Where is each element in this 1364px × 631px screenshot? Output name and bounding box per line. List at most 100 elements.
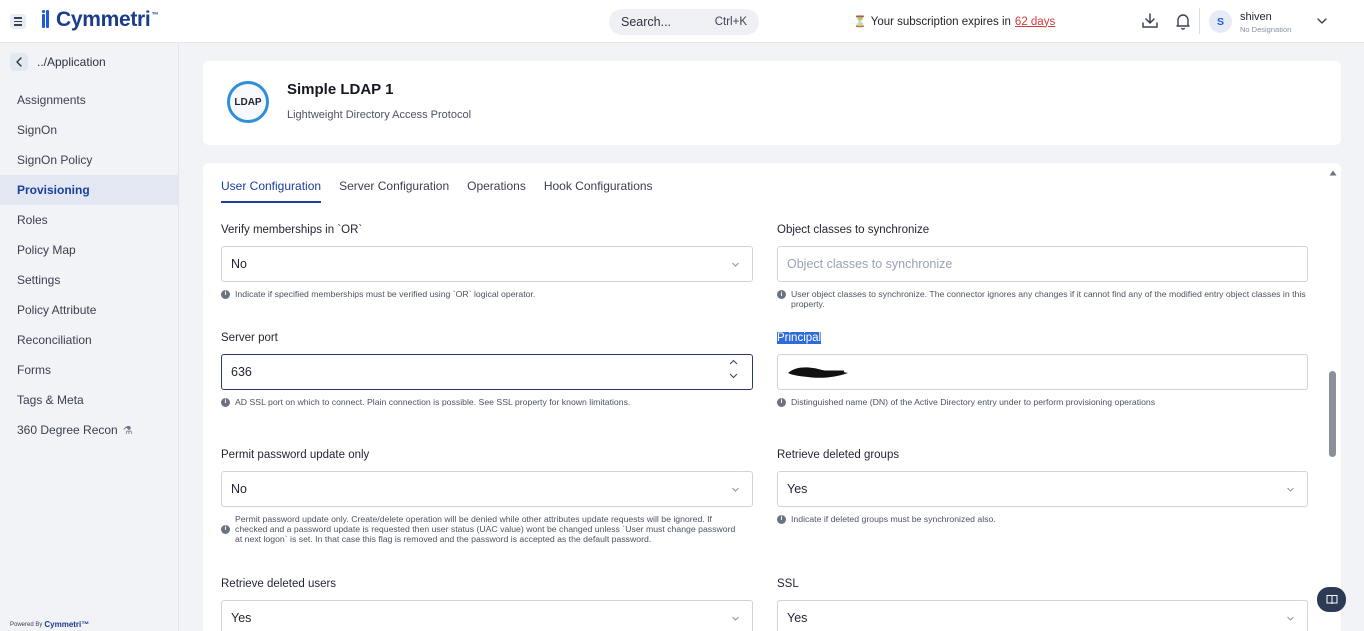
breadcrumb[interactable]: ../Application: [37, 55, 106, 69]
scroll-up-arrow-icon[interactable]: [1329, 169, 1337, 177]
quantity-stepper[interactable]: [729, 359, 738, 379]
retrieve-groups-help-text: Indicate if deleted groups must be synch…: [791, 514, 996, 524]
search-placeholder: Search...: [621, 15, 672, 29]
user-name[interactable]: shiven: [1240, 11, 1272, 23]
object-classes-placeholder: Object classes to synchronize: [787, 257, 953, 271]
principal-label: Principal: [777, 332, 1309, 346]
ssl-select[interactable]: Yes: [777, 600, 1308, 631]
brand-logo[interactable]: Cymmetri ™: [42, 8, 158, 32]
flask-icon: ⚗: [122, 424, 133, 437]
object-classes-input[interactable]: Object classes to synchronize: [777, 246, 1308, 282]
retrieve-users-value: Yes: [231, 611, 252, 625]
scrollbar[interactable]: [1329, 169, 1337, 629]
info-icon: i: [777, 514, 786, 524]
chevron-down-icon[interactable]: [1316, 15, 1328, 27]
help-book-button[interactable]: [1317, 587, 1346, 612]
powered-by-label: Powered By: [10, 621, 43, 628]
retrieve-users-field: Retrieve deleted users Yes: [221, 578, 753, 631]
back-button[interactable]: [10, 53, 28, 71]
sidebar-item-assignments[interactable]: Assignments: [0, 85, 179, 115]
principal-input[interactable]: [777, 354, 1308, 390]
server-port-field: Server port 636 i AD SSL port on which t…: [221, 332, 753, 407]
sidebar-item-360-recon[interactable]: 360 Degree Recon ⚗: [0, 415, 179, 445]
retrieve-groups-select[interactable]: Yes: [777, 471, 1308, 507]
object-classes-help: i User object classes to synchronize. Th…: [777, 289, 1309, 309]
ldap-logo-icon: LDAP: [227, 81, 269, 123]
sidebar-item-label: Tags & Meta: [17, 393, 84, 407]
sidebar-item-policy-map[interactable]: Policy Map: [0, 235, 179, 265]
topbar-divider: [1199, 8, 1200, 34]
sidebar-item-policy-attribute[interactable]: Policy Attribute: [0, 295, 179, 325]
sidebar-item-label: SignOn Policy: [17, 153, 93, 167]
object-classes-help-text: User object classes to synchronize. The …: [791, 289, 1306, 309]
sidebar-item-signon[interactable]: SignOn: [0, 115, 179, 145]
sidebar-item-signon-policy[interactable]: SignOn Policy: [0, 145, 179, 175]
server-port-input[interactable]: 636: [221, 354, 753, 390]
search-shortcut: Ctrl+K: [714, 16, 747, 28]
sidebar-item-provisioning[interactable]: Provisioning: [0, 175, 179, 205]
sidebar-item-label: Reconciliation: [17, 333, 92, 347]
sidebar-item-forms[interactable]: Forms: [0, 355, 179, 385]
top-bar: Cymmetri ™ Search... Ctrl+K ⏳ Your subsc…: [0, 0, 1364, 43]
permit-password-help: i Permit password update only. Create/de…: [221, 514, 753, 544]
chevron-down-icon: [732, 616, 739, 621]
brand-name: Cymmetri: [56, 8, 151, 31]
object-classes-field: Object classes to synchronize Object cla…: [777, 224, 1309, 309]
sidebar-nav: Assignments SignOn SignOn Policy Provisi…: [0, 85, 179, 445]
sidebar-item-label: Roles: [17, 213, 48, 227]
sidebar-item-roles[interactable]: Roles: [0, 205, 179, 235]
sidebar-item-reconciliation[interactable]: Reconciliation: [0, 325, 179, 355]
retrieve-users-select[interactable]: Yes: [221, 600, 753, 631]
retrieve-groups-value: Yes: [787, 482, 808, 496]
server-port-value: 636: [231, 365, 252, 379]
tab-operations[interactable]: Operations: [467, 179, 526, 203]
application-header: LDAP Simple LDAP 1 Lightweight Directory…: [203, 61, 1341, 145]
principal-field: Principal i Distinguished name (DN) of t…: [777, 332, 1309, 407]
sidebar-item-label: 360 Degree Recon: [17, 423, 118, 437]
server-port-help-text: AD SSL port on which to connect. Plain c…: [235, 397, 631, 407]
menu-icon[interactable]: [10, 14, 26, 29]
download-icon[interactable]: [1140, 11, 1160, 31]
info-icon: i: [221, 397, 230, 407]
scrollbar-thumb[interactable]: [1329, 371, 1336, 457]
sidebar-item-tags-meta[interactable]: Tags & Meta: [0, 385, 179, 415]
chevron-down-icon[interactable]: [729, 373, 738, 379]
powered-by: Powered By Cymmetri™: [10, 620, 89, 629]
redaction-scribble: [788, 367, 848, 378]
configuration-panel: User Configuration Server Configuration …: [203, 163, 1341, 631]
permit-password-value: No: [231, 482, 247, 496]
sidebar-item-label: SignOn: [17, 123, 58, 137]
chevron-down-icon: [732, 487, 739, 492]
sidebar: ../Application Assignments SignOn SignOn…: [0, 43, 179, 631]
info-icon: i: [221, 289, 230, 299]
config-tabs: User Configuration Server Configuration …: [221, 179, 653, 203]
sidebar-item-settings[interactable]: Settings: [0, 265, 179, 295]
back-to-application[interactable]: ../Application: [10, 53, 106, 71]
verify-memberships-select[interactable]: No: [221, 246, 753, 282]
info-icon: i: [777, 290, 786, 299]
object-classes-label: Object classes to synchronize: [777, 224, 930, 236]
tab-hook-configurations[interactable]: Hook Configurations: [544, 179, 653, 203]
chevron-left-icon: [16, 57, 22, 67]
permit-password-select[interactable]: No: [221, 471, 753, 507]
sidebar-item-label: Provisioning: [17, 183, 90, 197]
chevron-down-icon: [1287, 616, 1294, 621]
verify-memberships-value: No: [231, 257, 247, 271]
retrieve-groups-label: Retrieve deleted groups: [777, 449, 900, 461]
book-icon: [1326, 595, 1337, 605]
sidebar-item-label: Forms: [17, 363, 51, 377]
search-input[interactable]: Search... Ctrl+K: [609, 9, 759, 35]
avatar[interactable]: S: [1209, 10, 1232, 33]
chevron-up-icon[interactable]: [729, 359, 738, 365]
retrieve-groups-help: i Indicate if deleted groups must be syn…: [777, 514, 1309, 524]
bell-icon[interactable]: [1173, 11, 1193, 31]
sidebar-item-label: Assignments: [17, 93, 86, 107]
permit-password-label: Permit password update only: [221, 449, 370, 461]
tab-server-configuration[interactable]: Server Configuration: [339, 179, 449, 203]
subscription-days-link[interactable]: 62 days: [1015, 16, 1055, 28]
info-icon: i: [221, 524, 230, 534]
chevron-down-icon: [1287, 487, 1294, 492]
tab-user-configuration[interactable]: User Configuration: [221, 179, 322, 203]
retrieve-groups-field: Retrieve deleted groups Yes i Indicate i…: [777, 449, 1309, 524]
server-port-label: Server port: [221, 332, 278, 344]
